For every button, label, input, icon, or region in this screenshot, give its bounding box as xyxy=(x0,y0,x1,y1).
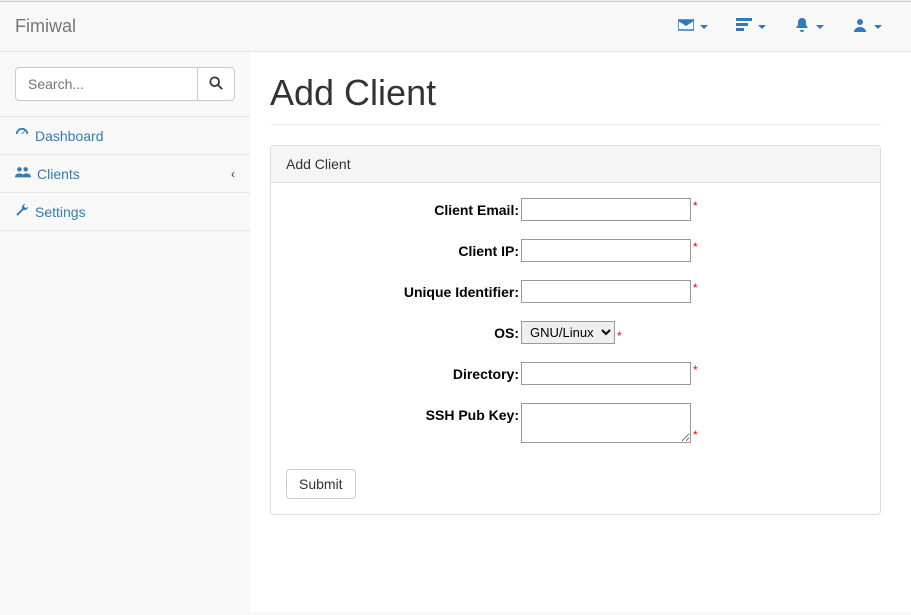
label-client-email: Client Email: xyxy=(286,198,521,218)
users-icon xyxy=(15,165,31,182)
required-marker: * xyxy=(693,280,698,296)
dashboard-icon xyxy=(15,127,29,144)
navbar: Fimiwal xyxy=(0,2,911,52)
main-content: Add Client Add Client Client Email: * Cl… xyxy=(250,52,911,612)
caret-down-icon xyxy=(758,25,766,29)
directory-input[interactable] xyxy=(521,362,691,385)
label-directory: Directory: xyxy=(286,362,521,382)
sidebar: Dashboard Clients ‹ Settings xyxy=(0,52,250,612)
brand: Fimiwal xyxy=(15,1,76,52)
submit-button[interactable]: Submit xyxy=(286,469,356,499)
tasks-icon xyxy=(736,17,752,36)
search-input[interactable] xyxy=(15,67,197,101)
nav-user-dropdown[interactable] xyxy=(838,2,896,51)
sidebar-item-label: Settings xyxy=(35,204,86,220)
sidebar-item-settings[interactable]: Settings xyxy=(0,193,250,230)
page-title: Add Client xyxy=(270,72,881,125)
required-marker: * xyxy=(693,239,698,255)
label-os: OS: xyxy=(286,321,521,341)
caret-down-icon xyxy=(874,25,882,29)
nav-tasks-dropdown[interactable] xyxy=(722,2,780,51)
bell-icon xyxy=(794,17,810,36)
chevron-left-icon: ‹ xyxy=(231,167,235,181)
sidebar-item-dashboard[interactable]: Dashboard xyxy=(0,117,250,154)
sidebar-item-label: Dashboard xyxy=(35,128,104,144)
label-client-ip: Client IP: xyxy=(286,239,521,259)
user-icon xyxy=(852,17,868,36)
unique-identifier-input[interactable] xyxy=(521,280,691,303)
label-ssh-pub-key: SSH Pub Key: xyxy=(286,403,521,423)
client-ip-input[interactable] xyxy=(521,239,691,262)
required-marker: * xyxy=(693,198,698,214)
ssh-pub-key-input[interactable] xyxy=(521,403,691,443)
panel-add-client: Add Client Client Email: * Client IP: * xyxy=(270,145,881,515)
navbar-right xyxy=(664,2,896,51)
search-button[interactable] xyxy=(197,67,235,101)
sidebar-item-label: Clients xyxy=(37,166,80,182)
panel-heading: Add Client xyxy=(271,146,880,183)
os-select[interactable]: GNU/Linux xyxy=(521,321,615,344)
required-marker: * xyxy=(693,429,698,443)
caret-down-icon xyxy=(700,25,708,29)
client-email-input[interactable] xyxy=(521,198,691,221)
search-icon xyxy=(209,76,223,93)
sidebar-item-clients[interactable]: Clients ‹ xyxy=(0,155,250,192)
nav-mail-dropdown[interactable] xyxy=(664,2,722,51)
label-unique-identifier: Unique Identifier: xyxy=(286,280,521,300)
wrench-icon xyxy=(15,203,29,220)
caret-down-icon xyxy=(816,25,824,29)
required-marker: * xyxy=(693,362,698,378)
required-marker: * xyxy=(617,330,622,344)
nav-alerts-dropdown[interactable] xyxy=(780,2,838,51)
envelope-icon xyxy=(678,17,694,36)
